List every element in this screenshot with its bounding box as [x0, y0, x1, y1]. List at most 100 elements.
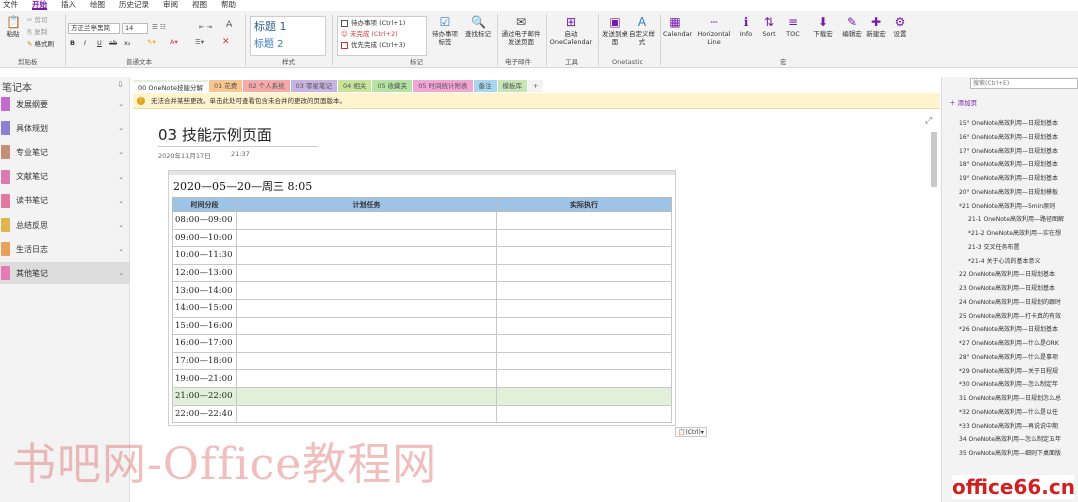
plan-cell[interactable]: [236, 298, 497, 318]
page-list-item[interactable]: 21-1 OneNote高效利用—路径图解: [942, 213, 1078, 227]
plan-cell[interactable]: [236, 369, 497, 388]
note-container[interactable]: 2020—05—20—周三 8:05 时间分段 计划任务 实际执行 08:00—09…: [168, 170, 676, 426]
expand-icon[interactable]: ⤢: [925, 116, 932, 126]
format-painter-button[interactable]: ✎ 格式刷: [27, 40, 54, 49]
search-input[interactable]: 搜索(Ctrl+E): [970, 78, 1078, 89]
table-row[interactable]: 14:00—15:00: [172, 298, 672, 318]
page-list-item[interactable]: 25 OneNote高效利用—打卡真的有效: [942, 310, 1078, 324]
copy-button[interactable]: ⎘ 复制: [27, 28, 47, 37]
plan-cell[interactable]: [236, 316, 497, 336]
actual-cell[interactable]: [496, 386, 672, 406]
font-size-select[interactable]: 14: [122, 23, 148, 34]
chevron-down-icon[interactable]: ⌄: [118, 221, 124, 229]
time-slot-cell[interactable]: 09:00—10:00: [172, 228, 237, 248]
page-list-item[interactable]: 31 OneNote高效利用—日规划怎么总: [942, 392, 1078, 406]
actual-cell[interactable]: [496, 351, 672, 371]
actual-cell[interactable]: [496, 263, 672, 283]
actual-cell[interactable]: [496, 228, 672, 248]
styles-gallery[interactable]: 标题 1 标题 2: [250, 16, 326, 56]
actual-cell[interactable]: [496, 369, 672, 388]
page-list-item[interactable]: 23 OneNote高效利用—日规划基本: [942, 282, 1078, 296]
macro-button[interactable]: ▦ Calendar: [663, 15, 692, 38]
chevron-down-icon[interactable]: ⌄: [118, 148, 124, 156]
chevron-down-icon[interactable]: ⌄: [118, 197, 124, 205]
menu-item[interactable]: 视图: [192, 0, 207, 10]
menu-item[interactable]: 历史记录: [119, 0, 149, 10]
page-list-item[interactable]: 20° OneNote高效利用—日规划模板: [942, 186, 1078, 200]
page-list-item[interactable]: *33 OneNote高效利用—再说说中期: [942, 420, 1078, 434]
table-row[interactable]: 10:00—11:30: [172, 246, 672, 265]
todo-tag-button[interactable]: ☑ 待办事项标签: [430, 15, 460, 46]
vertical-scrollbar[interactable]: [930, 116, 938, 496]
plan-cell[interactable]: [236, 404, 497, 424]
time-slot-cell[interactable]: 12:00—13:00: [172, 263, 237, 283]
section-tab[interactable]: 01 花费: [208, 80, 243, 92]
table-row[interactable]: 12:00—13:00: [172, 263, 672, 283]
page-list-item[interactable]: 21-3 交叉任务布置: [942, 241, 1078, 255]
page-list-item[interactable]: 34 OneNote高效利用—怎么制定五年: [942, 433, 1078, 447]
plan-cell[interactable]: [236, 263, 497, 283]
indent-icon[interactable]: ⇤ ⇥: [199, 23, 212, 32]
section-tab[interactable]: +: [528, 80, 544, 92]
table-row[interactable]: 21:00—22:00: [172, 386, 672, 406]
actual-cell[interactable]: [496, 211, 672, 230]
time-slot-cell[interactable]: 14:00—15:00: [172, 298, 237, 318]
macro-button[interactable]: ℹ Info: [734, 15, 758, 38]
table-row[interactable]: 19:00—21:00: [172, 369, 672, 388]
notebook-item[interactable]: 总结反思 ⌄: [0, 214, 130, 236]
cut-button[interactable]: ✂ 剪切: [27, 16, 48, 25]
page-title[interactable]: 03 技能示例页面: [158, 124, 272, 145]
plan-cell[interactable]: [236, 228, 497, 248]
chevron-down-icon[interactable]: ⌄: [118, 173, 124, 181]
section-tab[interactable]: 模板库: [497, 80, 528, 92]
chevron-down-icon[interactable]: ⌄: [118, 124, 124, 132]
chevron-down-icon[interactable]: ⌄: [118, 269, 124, 277]
section-tab[interactable]: 02 个人系统: [243, 80, 290, 92]
table-row[interactable]: 13:00—14:00: [172, 281, 672, 300]
page-list-item[interactable]: 18° OneNote高效利用—日规划基本: [942, 158, 1078, 172]
table-row[interactable]: 17:00—18:00: [172, 351, 672, 371]
page-list-item[interactable]: 35 OneNote高效利用—细则下桌面版: [942, 447, 1078, 461]
tag-unfinished[interactable]: ☺ 未完成 (Ctrl+2): [341, 30, 398, 39]
pin-icon[interactable]: ⇩: [117, 80, 124, 89]
time-slot-cell[interactable]: 17:00—18:00: [172, 351, 237, 371]
notebook-item[interactable]: 专业笔记 ⌄: [0, 141, 130, 163]
menu-item[interactable]: 文件: [3, 0, 18, 10]
chevron-down-icon[interactable]: ⌄: [118, 245, 124, 253]
time-slot-cell[interactable]: 22:00—22:40: [172, 404, 237, 424]
italic-button[interactable]: I: [84, 39, 86, 48]
section-tab[interactable]: 05 时间统计附表: [413, 80, 473, 92]
menu-item[interactable]: 帮助: [221, 0, 236, 10]
notebook-item[interactable]: 其他笔记 ⌄: [0, 262, 130, 285]
page-list-item[interactable]: 17° OneNote高效利用—日规划基本: [942, 145, 1078, 159]
highlight-icon[interactable]: ✎▾: [147, 38, 156, 47]
add-page-button[interactable]: ＋ 添加页: [949, 97, 977, 107]
launch-onecalendar-button[interactable]: ⊞ 启动 OneCalendar: [548, 15, 594, 46]
plan-cell[interactable]: [236, 281, 497, 300]
actual-cell[interactable]: [496, 316, 672, 336]
bold-button[interactable]: B: [70, 39, 75, 48]
notebook-item[interactable]: 生活日志 ⌄: [0, 238, 130, 260]
page-list-item[interactable]: 28° OneNote高效利用—什么是事项: [942, 351, 1078, 365]
plan-cell[interactable]: [236, 386, 497, 406]
macro-button[interactable]: ┄ Horizontal Line: [696, 15, 732, 46]
style-heading1[interactable]: 标题 1: [254, 20, 287, 33]
notebook-item[interactable]: 发展纲要 ⌄: [0, 93, 130, 115]
notebook-item[interactable]: 读书笔记 ⌄: [0, 190, 130, 212]
time-slot-cell[interactable]: 13:00—14:00: [172, 281, 237, 300]
container-handle[interactable]: [169, 171, 675, 175]
notebook-item[interactable]: 文献笔记 ⌄: [0, 166, 130, 188]
email-page-button[interactable]: ✉ 通过电子邮件发送页面: [500, 15, 542, 46]
macro-button[interactable]: ⬇ 下载宏: [811, 15, 835, 38]
page-list-item[interactable]: 24 OneNote高效利用—日规划的跟时: [942, 296, 1078, 310]
schedule-table[interactable]: 时间分段 计划任务 实际执行 08:00—09:00 09:00—10:00 10:00…: [172, 197, 672, 424]
section-tab[interactable]: 备注: [473, 80, 497, 92]
macro-button[interactable]: ✚ 新建宏: [864, 15, 888, 38]
actual-cell[interactable]: [496, 246, 672, 265]
tags-gallery[interactable]: 待办事项 (Ctrl+1) ☺ 未完成 (Ctrl+2) 优先完成 (Ctrl+…: [337, 16, 427, 56]
actual-cell[interactable]: [496, 334, 672, 353]
page-list-item[interactable]: *21 OneNote高效利用—5min原则: [942, 200, 1078, 214]
page-list-item[interactable]: *26 OneNote高效利用—日规划基本: [942, 323, 1078, 337]
table-row[interactable]: 16:00—17:00: [172, 334, 672, 353]
actual-cell[interactable]: [496, 404, 672, 424]
